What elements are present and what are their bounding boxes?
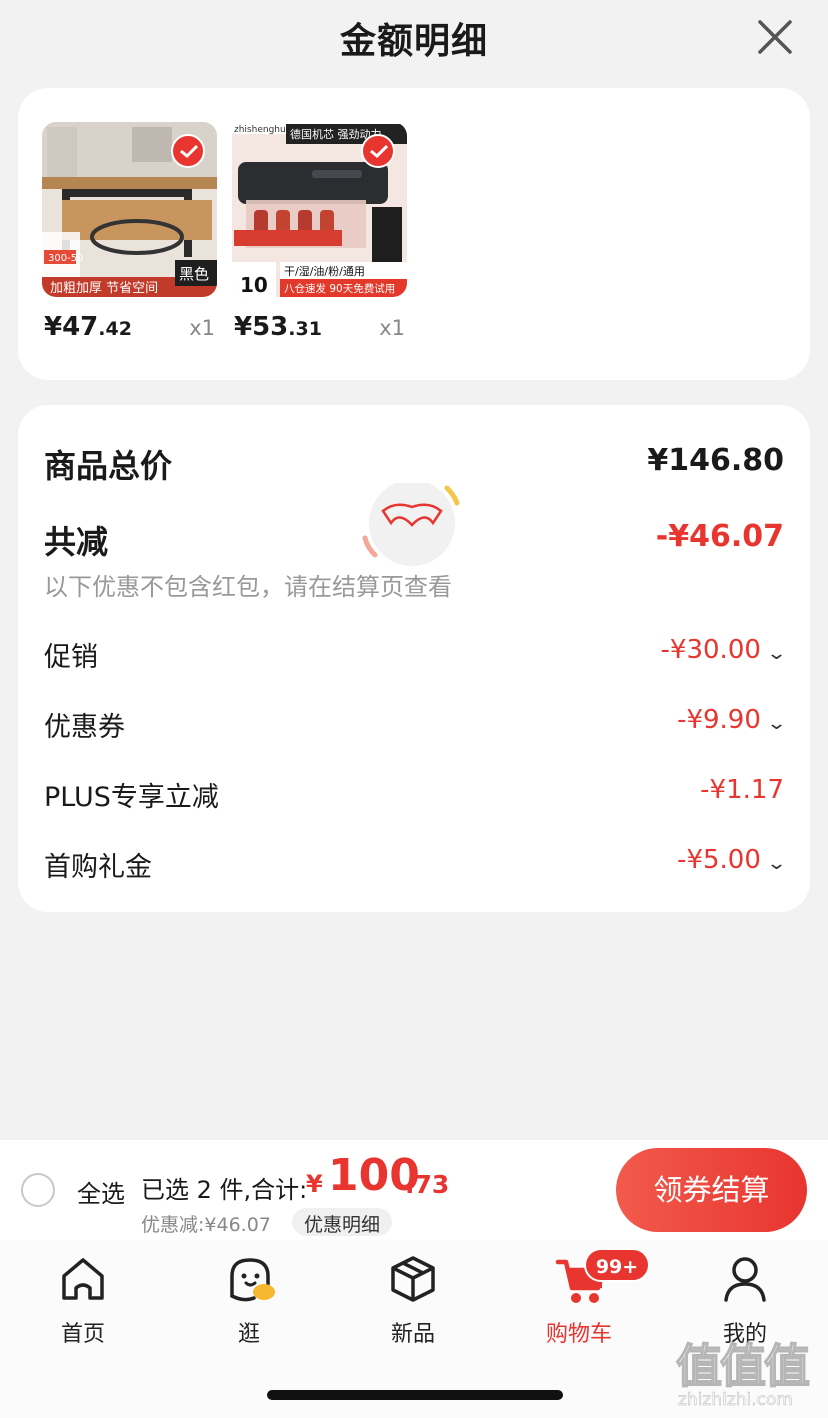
discount-amount-text: 优惠减:¥46.07 [141,1214,271,1236]
total-price-label: 商品总价 [44,447,173,485]
total-reduce-value: -¥46.07 [655,519,784,554]
product-item[interactable]: zhishenghuo 德国机芯 强劲动力 10 干/湿/油/粉/通用 八仓速发… [232,122,407,342]
tab-label: 购物车 [545,1322,612,1347]
watermark: 值值值 zhizhizhi.com [664,1330,824,1416]
home-indicator[interactable] [267,1390,563,1400]
discount-item-label: PLUS专享立减 [44,782,219,813]
checkout-button[interactable]: 领券结算 [616,1148,807,1232]
total-price-value: ¥146.80 [647,443,784,478]
chevron-down-icon[interactable]: ⌄ [766,713,787,734]
profile-icon [724,1257,766,1302]
tab-new[interactable]: 新品 [358,1250,468,1350]
tab-home[interactable]: 首页 [28,1250,138,1350]
products-card: 300-50 加粗加厚 节省空间 黑色 ¥47.42 x1 zhishenghu… [18,88,810,380]
discount-detail-button[interactable]: 优惠明细 [292,1208,393,1236]
discount-item-label: 优惠券 [44,712,125,743]
new-products-icon [391,1256,435,1302]
watermark-logo: 值值值 [675,1338,811,1394]
svg-text:300-50: 300-50 [48,253,83,264]
product-item[interactable]: 300-50 加粗加厚 节省空间 黑色 ¥47.42 x1 [42,122,217,342]
close-button[interactable] [752,14,798,60]
select-all-radio[interactable] [21,1173,55,1207]
chevron-down-icon[interactable]: ⌄ [766,853,787,874]
price-summary-card: 商品总价 ¥146.80 共减 -¥46.07 以下优惠不包含红包，请在结算页查… [18,405,810,912]
total-currency-symbol: ¥ [306,1170,323,1198]
chevron-down-icon[interactable]: ⌄ [766,643,787,664]
tab-label: 新品 [390,1322,435,1347]
tab-label: 逛 [237,1322,260,1347]
svg-text:八仓速发 90天免费试用: 八仓速发 90天免费试用 [284,282,395,295]
home-icon [62,1258,104,1300]
svg-text:10: 10 [240,273,268,297]
svg-text:加粗加厚 节省空间: 加粗加厚 节省空间 [50,281,158,296]
discount-item-value: -¥9.90 [677,705,761,735]
selected-check-badge[interactable] [361,134,395,168]
checkout-bar: 全选 已选 2 件,合计: ¥ 100 .73 优惠减:¥46.07 优惠明细 … [0,1140,828,1240]
product-image[interactable]: 300-50 加粗加厚 节省空间 黑色 [42,122,217,297]
product-image[interactable]: zhishenghuo 德国机芯 强劲动力 10 干/湿/油/粉/通用 八仓速发… [232,122,407,297]
total-reduce-label: 共减 [44,523,109,561]
header: 金额明细 [0,0,828,80]
select-all-label[interactable]: 全选 [77,1174,125,1209]
selected-count-text: 已选 2 件,合计: [141,1176,308,1204]
tab-browse[interactable]: 逛 [194,1250,304,1350]
loading-spinner-icon [362,483,460,566]
watermark-url: zhizhizhi.com [678,1390,793,1411]
product-quantity: x1 [379,316,405,340]
total-amount-decimal: .73 [405,1170,450,1199]
discount-item-label: 首购礼金 [44,852,152,883]
product-quantity: x1 [189,316,215,340]
discount-item-label: 促销 [44,642,98,673]
check-icon [180,144,198,158]
discount-item-value: -¥30.00 [660,635,761,665]
svg-text:zhishenghuo: zhishenghuo [234,125,292,135]
cart-count-badge: 99+ [584,1248,650,1282]
close-icon [758,20,792,54]
check-icon [370,144,388,158]
discount-item-value: -¥1.17 [700,775,784,805]
discount-item-value: -¥5.00 [677,845,761,875]
product-price: ¥53.31 [234,312,322,342]
selected-check-badge[interactable] [171,134,205,168]
tab-label: 首页 [60,1322,105,1347]
product-price: ¥47.42 [44,312,132,342]
page-title: 金额明细 [339,21,488,62]
svg-text:干/湿/油/粉/通用: 干/湿/油/粉/通用 [284,264,365,278]
browse-icon [230,1258,275,1302]
svg-text:黑色: 黑色 [179,265,209,283]
